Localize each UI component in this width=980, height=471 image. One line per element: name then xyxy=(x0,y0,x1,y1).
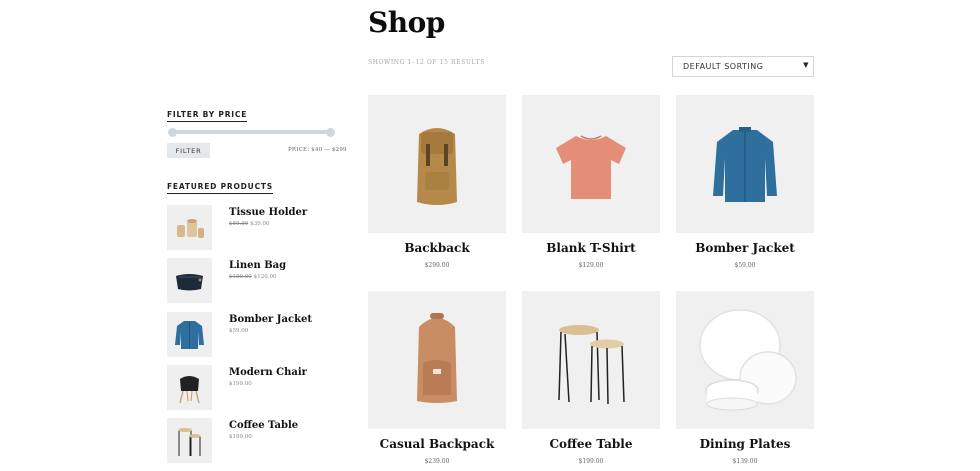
jacket-image[interactable] xyxy=(676,95,814,233)
product-name[interactable]: Blank T-Shirt xyxy=(522,241,660,255)
featured-product-price: $150.00 $120.00 xyxy=(229,274,277,280)
featured-product-item[interactable]: Linen Bag $150.00 $120.00 xyxy=(167,258,367,304)
featured-product-name[interactable]: Coffee Table xyxy=(229,420,298,431)
price-slider-min-handle[interactable] xyxy=(168,127,177,137)
featured-product-price: $199.00 xyxy=(229,381,252,387)
featured-product-name[interactable]: Linen Bag xyxy=(229,260,286,271)
current-price: $199.00 xyxy=(229,381,252,387)
sorting-select-label: DEFAULT SORTING xyxy=(683,62,764,71)
filter-button[interactable]: FILTER xyxy=(167,143,210,158)
plates-image[interactable] xyxy=(676,291,814,429)
product-price: $299.00 xyxy=(424,262,450,269)
bomber-jacket-image[interactable] xyxy=(167,312,212,357)
product-name[interactable]: Coffee Table xyxy=(522,437,660,451)
product-card[interactable]: Coffee Table $199.00 xyxy=(522,291,660,465)
featured-product-name[interactable]: Modern Chair xyxy=(229,367,307,378)
product-price: $129.00 xyxy=(578,262,604,269)
featured-product-item[interactable]: Modern Chair $199.00 xyxy=(167,365,367,411)
tissue-holder-image[interactable] xyxy=(167,205,212,250)
results-count: SHOWING 1–12 OF 15 RESULTS xyxy=(368,59,485,66)
product-card[interactable]: Bomber Jacket $59.00 xyxy=(676,95,814,269)
current-price: $120.00 xyxy=(253,274,277,280)
old-price: $50.00 xyxy=(229,221,249,227)
product-name[interactable]: Casual Backpack xyxy=(368,437,506,451)
product-price: $239.00 xyxy=(424,458,450,465)
featured-product-name[interactable]: Tissue Holder xyxy=(229,207,307,218)
page-title: Shop xyxy=(368,6,445,39)
current-price: $199.00 xyxy=(229,434,252,440)
price-slider-track[interactable] xyxy=(172,130,330,134)
featured-product-price: $50.00 $39.00 xyxy=(229,221,270,227)
old-price: $150.00 xyxy=(229,274,252,280)
featured-product-price: $199.00 xyxy=(229,434,252,440)
product-price: $59.00 xyxy=(734,262,756,269)
featured-products-title: FEATURED PRODUCTS xyxy=(167,182,273,194)
caret-down-icon: ▼ xyxy=(803,61,809,69)
t-shirt-image[interactable] xyxy=(522,95,660,233)
featured-product-name[interactable]: Bomber Jacket xyxy=(229,314,312,325)
featured-product-item[interactable]: Coffee Table $199.00 xyxy=(167,418,367,464)
featured-product-item[interactable]: Bomber Jacket $59.00 xyxy=(167,312,367,358)
product-card[interactable]: Dining Plates $139.00 xyxy=(676,291,814,465)
price-slider-max-handle[interactable] xyxy=(326,127,335,137)
sorting-select[interactable]: DEFAULT SORTING ▼ xyxy=(672,56,814,77)
product-card[interactable]: Casual Backpack $239.00 xyxy=(368,291,506,465)
coffee-table-image[interactable] xyxy=(522,291,660,429)
product-card[interactable]: Blank T-Shirt $129.00 xyxy=(522,95,660,269)
product-name[interactable]: Dining Plates xyxy=(676,437,814,451)
coffee-table-image[interactable] xyxy=(167,418,212,463)
price-range-label: PRICE: $40 — $299 xyxy=(288,147,347,153)
product-card[interactable]: Backback $299.00 xyxy=(368,95,506,269)
filter-by-price-title: FILTER BY PRICE xyxy=(167,110,248,122)
modern-chair-image[interactable] xyxy=(167,365,212,410)
product-price: $139.00 xyxy=(732,458,758,465)
product-name[interactable]: Backback xyxy=(368,241,506,255)
product-price: $199.00 xyxy=(578,458,604,465)
casual-backpack-image[interactable] xyxy=(368,291,506,429)
current-price: $59.00 xyxy=(229,328,249,334)
current-price: $39.00 xyxy=(250,221,270,227)
featured-product-item[interactable]: Tissue Holder $50.00 $39.00 xyxy=(167,205,367,251)
linen-bag-image[interactable] xyxy=(167,258,212,303)
product-name[interactable]: Bomber Jacket xyxy=(676,241,814,255)
backpack-image[interactable] xyxy=(368,95,506,233)
featured-product-price: $59.00 xyxy=(229,328,248,334)
